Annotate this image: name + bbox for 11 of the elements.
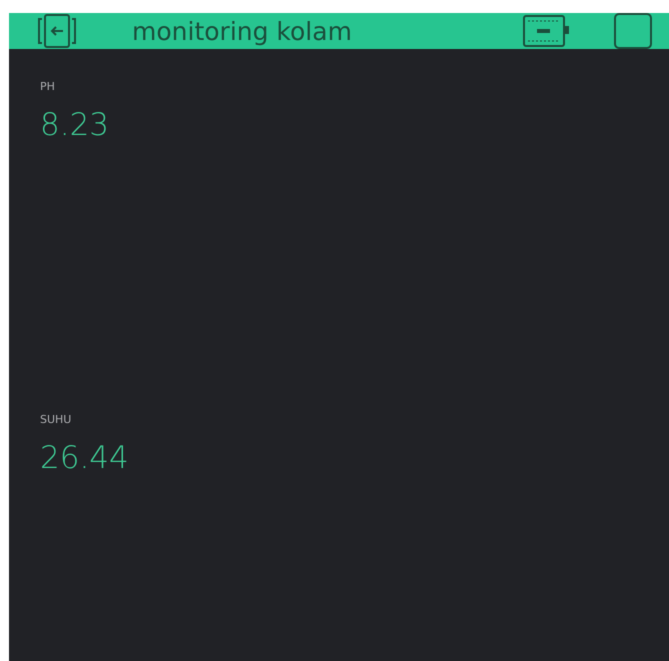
device-button[interactable] (522, 14, 570, 48)
square-icon (614, 13, 652, 49)
widget-value: 26.44 (40, 440, 129, 476)
stop-button[interactable] (614, 13, 652, 49)
widget-value: 8.23 (40, 107, 110, 143)
widget-label: SUHU (40, 413, 72, 426)
widget-label: PH (40, 80, 55, 93)
header-title: monitoring kolam (132, 16, 353, 46)
exit-icon (36, 13, 78, 49)
exit-button[interactable] (36, 13, 78, 49)
device-icon (522, 14, 570, 48)
